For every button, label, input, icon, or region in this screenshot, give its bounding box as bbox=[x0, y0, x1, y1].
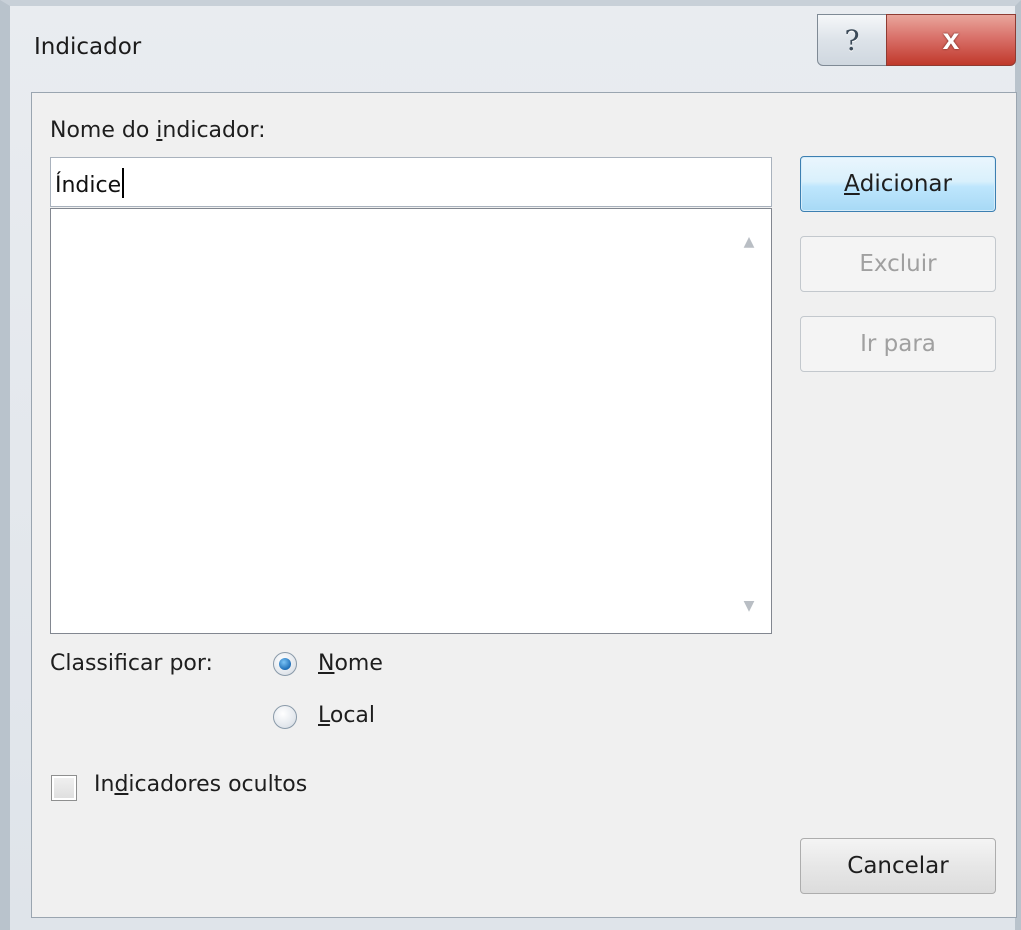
help-button[interactable]: ? bbox=[817, 14, 887, 66]
add-button[interactable]: Adicionar bbox=[800, 156, 996, 212]
scroll-up-arrow-icon[interactable]: ▲ bbox=[727, 227, 771, 257]
close-icon: x bbox=[942, 23, 960, 56]
text-caret bbox=[122, 168, 125, 198]
checkbox-label-text: icadores ocultos bbox=[128, 772, 308, 797]
radio-label-text: ocal bbox=[329, 703, 376, 728]
label-text: Nome do bbox=[50, 118, 157, 143]
hidden-bookmarks-label[interactable]: Indicadores ocultos bbox=[94, 772, 307, 797]
input-value: Índice bbox=[55, 173, 122, 198]
bookmark-name-label: Nome do indicador: bbox=[50, 118, 266, 143]
scroll-down-arrow-icon[interactable]: ▼ bbox=[727, 591, 771, 621]
label-text: ndicador: bbox=[162, 118, 266, 143]
radio-accelerator: L bbox=[318, 703, 330, 728]
sort-by-name-radio[interactable] bbox=[273, 652, 297, 676]
checkbox-accelerator: d bbox=[114, 772, 129, 797]
go-to-button[interactable]: Ir para bbox=[800, 316, 996, 372]
delete-button[interactable]: Excluir bbox=[800, 236, 996, 292]
bookmark-list[interactable]: ▲ ▼ bbox=[50, 208, 772, 634]
hidden-bookmarks-checkbox[interactable] bbox=[51, 775, 77, 801]
cancel-button[interactable]: Cancelar bbox=[800, 838, 996, 894]
sort-by-location-radio[interactable] bbox=[273, 705, 297, 729]
close-button[interactable]: x bbox=[886, 14, 1016, 66]
list-scrollbar[interactable]: ▲ ▼ bbox=[727, 209, 771, 633]
radio-label-text: ome bbox=[334, 651, 383, 676]
button-label: dicionar bbox=[859, 171, 952, 197]
bookmark-dialog: Indicador ? x Nome do indicador: Índice … bbox=[0, 0, 1021, 930]
button-accelerator: A bbox=[844, 171, 860, 197]
checkbox-label-text: In bbox=[94, 772, 115, 797]
radio-accelerator: N bbox=[318, 651, 335, 676]
sort-by-label: Classificar por: bbox=[50, 651, 213, 676]
bookmark-name-input[interactable]: Índice bbox=[50, 157, 772, 207]
help-icon: ? bbox=[844, 23, 860, 57]
sort-by-name-label[interactable]: Nome bbox=[318, 651, 383, 676]
sort-by-location-label[interactable]: Local bbox=[318, 703, 375, 728]
dialog-title: Indicador bbox=[34, 34, 142, 60]
